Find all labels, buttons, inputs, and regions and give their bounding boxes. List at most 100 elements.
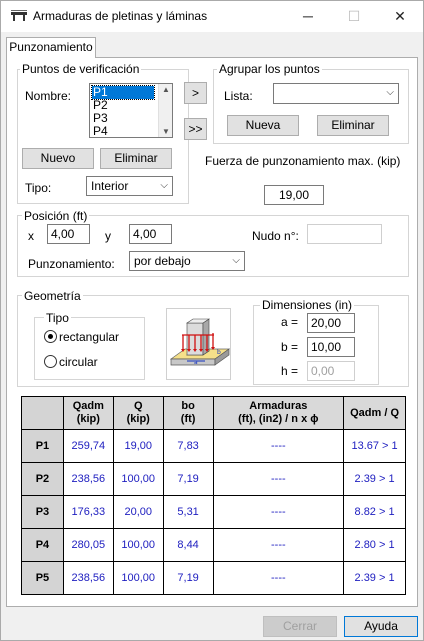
chevron-down-icon: ⌵ bbox=[160, 180, 168, 191]
ratio-cell: 8.82 > 1 bbox=[343, 495, 406, 529]
list-item[interactable]: P4 bbox=[92, 125, 154, 138]
header-q: Q (kip) bbox=[112, 396, 164, 430]
x-label: x bbox=[28, 229, 34, 243]
row-header: P3 bbox=[21, 495, 64, 529]
help-button[interactable]: Ayuda bbox=[344, 616, 418, 637]
dialog-window: Armaduras de pletinas y láminas ─ ☐ ✕ Pu… bbox=[0, 0, 424, 641]
table-corner-cell bbox=[21, 396, 64, 430]
row-header: P5 bbox=[21, 561, 64, 595]
ratio-cell: 13.67 > 1 bbox=[343, 429, 406, 463]
armaduras-cell: ---- bbox=[212, 561, 345, 595]
ratio-cell: 2.39 > 1 bbox=[343, 561, 406, 595]
lista-select[interactable]: ⌵ bbox=[273, 83, 399, 104]
q-cell: 100,00 bbox=[112, 561, 164, 595]
geometry-type-label: Tipo bbox=[44, 311, 71, 325]
qadm-cell: 176,33 bbox=[62, 495, 114, 529]
circular-label[interactable]: circular bbox=[59, 355, 98, 369]
ratio-cell: 2.39 > 1 bbox=[343, 462, 406, 496]
bo-cell: 7,19 bbox=[162, 462, 214, 496]
h-label: h = bbox=[281, 364, 299, 378]
header-armaduras: Armaduras (ft), (in2) / n x ϕ bbox=[212, 396, 345, 430]
a-field[interactable]: 20,00 bbox=[307, 313, 355, 333]
delete-group-button[interactable]: Eliminar bbox=[317, 115, 389, 136]
delete-point-button[interactable]: Eliminar bbox=[100, 148, 172, 169]
results-table: Qadm (kip) Q (kip) bo (ft) Armaduras (ft), (… bbox=[21, 396, 406, 595]
scroll-down-icon[interactable]: ▼ bbox=[159, 127, 172, 136]
y-label: y bbox=[105, 229, 111, 243]
circular-radio[interactable] bbox=[44, 355, 57, 368]
punzonamiento-value: por debajo bbox=[134, 254, 191, 268]
tipo-select[interactable]: Interior ⌵ bbox=[86, 176, 173, 196]
tipo-value: Interior bbox=[91, 179, 129, 193]
bo-cell: 7,83 bbox=[162, 429, 214, 463]
bo-cell: 8,44 bbox=[162, 528, 214, 562]
q-cell: 100,00 bbox=[112, 528, 164, 562]
header-bo: bo (ft) bbox=[162, 396, 214, 430]
nudo-label: Nudo n°: bbox=[252, 229, 299, 243]
minimize-button[interactable]: ─ bbox=[285, 1, 331, 32]
close-button[interactable]: ✕ bbox=[377, 1, 423, 32]
new-point-button[interactable]: Nuevo bbox=[22, 148, 94, 169]
qadm-cell: 259,74 bbox=[62, 429, 114, 463]
ratio-cell: 2.80 > 1 bbox=[343, 528, 406, 562]
b-label: b = bbox=[281, 340, 299, 354]
q-cell: 19,00 bbox=[112, 429, 164, 463]
header-qadm: Qadm (kip) bbox=[62, 396, 114, 430]
max-force-field[interactable]: 19,00 bbox=[264, 185, 324, 205]
punzonamiento-select[interactable]: por debajo ⌵ bbox=[129, 251, 245, 271]
tab-punzonamiento[interactable]: Punzonamiento bbox=[6, 37, 96, 58]
plate-icon bbox=[11, 10, 27, 21]
bo-cell: 7,19 bbox=[162, 561, 214, 595]
window-title: Armaduras de pletinas y láminas bbox=[33, 9, 208, 23]
y-field[interactable]: 4,00 bbox=[129, 224, 172, 244]
table-header-row: Qadm (kip) Q (kip) bo (ft) Armaduras (ft), (… bbox=[21, 396, 406, 430]
row-header: P1 bbox=[21, 429, 64, 463]
nudo-field[interactable] bbox=[307, 224, 382, 244]
tab-panel: Puntos de verificación Nombre: P1 P2 P3 … bbox=[6, 57, 418, 607]
table-row[interactable]: P2 238,56 100,00 7,19 ---- 2.39 > 1 bbox=[21, 462, 406, 496]
q-cell: 100,00 bbox=[112, 462, 164, 496]
table-row[interactable]: P4 280,05 100,00 8,44 ---- 2.80 > 1 bbox=[21, 528, 406, 562]
qadm-cell: 280,05 bbox=[62, 528, 114, 562]
chevron-down-icon: ⌵ bbox=[386, 87, 394, 98]
max-force-label: Fuerza de punzonamiento max. (kip) bbox=[205, 154, 401, 168]
h-field[interactable]: 0,00 bbox=[307, 361, 355, 381]
new-group-button[interactable]: Nueva bbox=[227, 115, 299, 136]
maximize-button[interactable]: ☐ bbox=[331, 1, 377, 32]
slab-column-icon: a b bbox=[169, 318, 231, 366]
armaduras-cell: ---- bbox=[212, 495, 345, 529]
qadm-cell: 238,56 bbox=[62, 462, 114, 496]
verification-points-label: Puntos de verificación bbox=[20, 62, 142, 76]
row-header: P4 bbox=[21, 528, 64, 562]
scroll-up-icon[interactable]: ▲ bbox=[159, 85, 172, 94]
table-row[interactable]: P3 176,33 20,00 5,31 ---- 8.82 > 1 bbox=[21, 495, 406, 529]
table-row[interactable]: P5 238,56 100,00 7,19 ---- 2.39 > 1 bbox=[21, 561, 406, 595]
a-label: a = bbox=[281, 315, 299, 329]
b-field[interactable]: 10,00 bbox=[307, 337, 355, 357]
geometry-label: Geometría bbox=[22, 289, 83, 303]
geometry-type-group bbox=[34, 317, 145, 380]
close-dialog-button[interactable]: Cerrar bbox=[263, 616, 337, 637]
svg-text:a: a bbox=[194, 359, 198, 366]
table-row[interactable]: P1 259,74 19,00 7,83 ---- 13.67 > 1 bbox=[21, 429, 406, 463]
x-field[interactable]: 4,00 bbox=[47, 224, 90, 244]
svg-text:b: b bbox=[217, 349, 221, 356]
rectangular-radio[interactable] bbox=[44, 330, 57, 343]
armaduras-cell: ---- bbox=[212, 462, 345, 496]
position-label: Posición (ft) bbox=[22, 209, 90, 223]
bo-cell: 5,31 bbox=[162, 495, 214, 529]
punzonamiento-label: Punzonamiento: bbox=[28, 257, 115, 271]
points-listbox[interactable]: P1 P2 P3 P4 ▲ ▼ bbox=[89, 83, 173, 138]
move-all-button[interactable]: >> bbox=[184, 118, 207, 140]
move-one-button[interactable]: > bbox=[184, 82, 207, 104]
armaduras-cell: ---- bbox=[212, 429, 345, 463]
nombre-label: Nombre: bbox=[25, 89, 72, 103]
header-ratio: Qadm / Q bbox=[343, 396, 406, 430]
punching-illustration: a b bbox=[166, 308, 231, 380]
rectangular-label[interactable]: rectangular bbox=[59, 330, 119, 344]
q-cell: 20,00 bbox=[112, 495, 164, 529]
title-bar: Armaduras de pletinas y láminas ─ ☐ ✕ bbox=[1, 1, 423, 32]
lista-label: Lista: bbox=[224, 89, 253, 103]
dimensions-label: Dimensiones (in) bbox=[260, 298, 355, 312]
listbox-scrollbar[interactable]: ▲ ▼ bbox=[158, 84, 172, 137]
